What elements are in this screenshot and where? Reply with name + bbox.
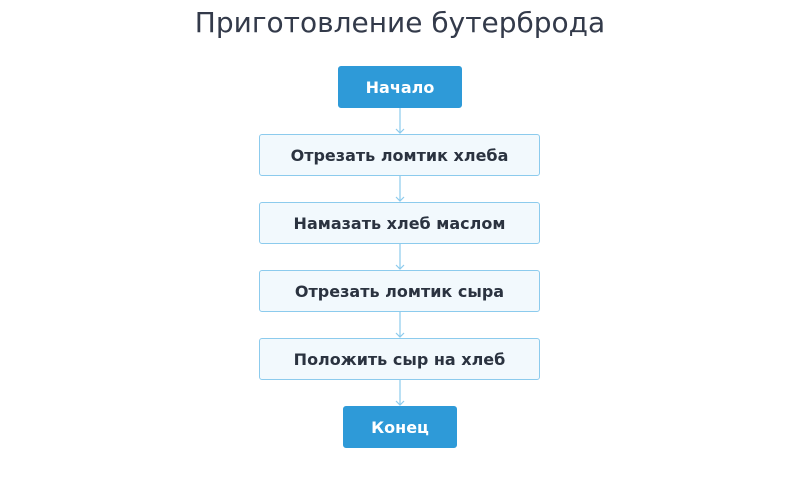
- node-butter-bread: Намазать хлеб маслом: [259, 202, 540, 244]
- node-start: Начало: [338, 66, 462, 108]
- node-cut-cheese: Отрезать ломтик сыра: [259, 270, 540, 312]
- flowchart-canvas: Приготовление бутерброда Начало Отрезать…: [0, 0, 800, 480]
- node-cut-bread: Отрезать ломтик хлеба: [259, 134, 540, 176]
- node-end: Конец: [343, 406, 457, 448]
- node-cheese-on-bread: Положить сыр на хлеб: [259, 338, 540, 380]
